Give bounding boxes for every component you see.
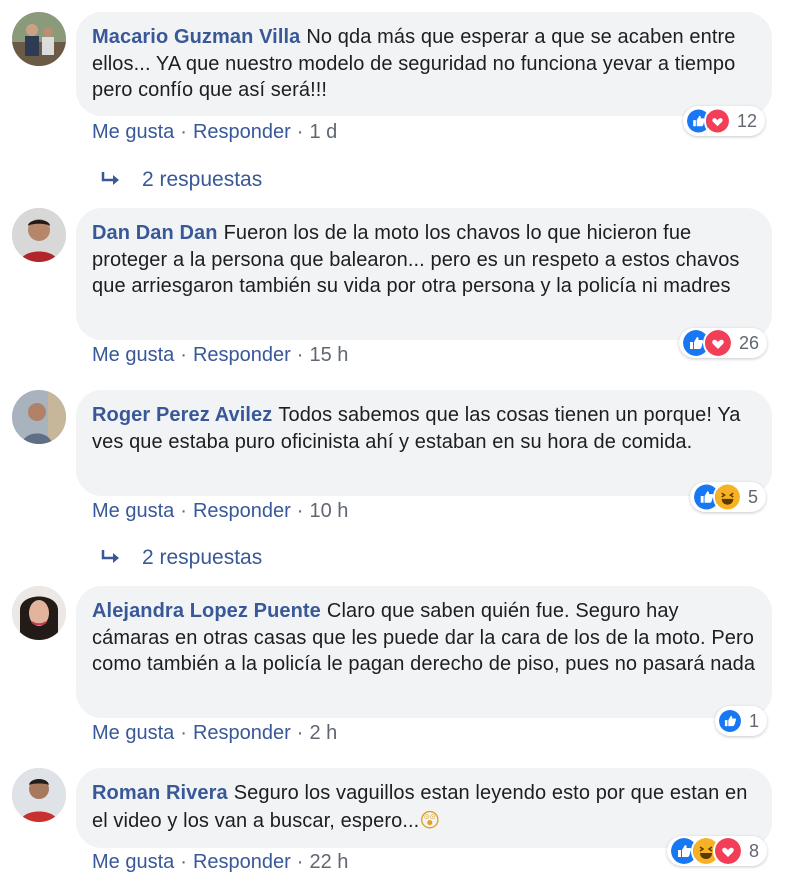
user-photo-icon [12, 208, 66, 262]
comment-bubble: Roman Rivera Seguro los vaguillos estan l… [76, 768, 772, 848]
timestamp[interactable]: 22 h [309, 851, 348, 873]
separator: · [296, 500, 304, 522]
comment-actions: Me gusta · Responder · 22 h [92, 851, 348, 874]
comment-author[interactable]: Roman Rivera [92, 782, 228, 804]
avatar[interactable] [12, 586, 66, 640]
avatar[interactable] [12, 12, 66, 66]
separator: · [180, 500, 187, 522]
like-link[interactable]: Me gusta [92, 121, 174, 143]
haha-icon [712, 482, 742, 512]
user-photo-icon [12, 390, 66, 444]
comment-author[interactable]: Alejandra Lopez Puente [92, 600, 321, 622]
timestamp[interactable]: 2 h [309, 722, 337, 744]
avatar[interactable] [12, 390, 66, 444]
separator: · [296, 851, 304, 873]
comment-author[interactable]: Macario Guzman Villa [92, 26, 300, 48]
timestamp[interactable]: 10 h [309, 500, 348, 522]
comment-actions: Me gusta · Responder · 10 h [92, 500, 348, 523]
shocked-emoji-icon: 😲 [419, 807, 441, 832]
reaction-count: 12 [736, 110, 757, 131]
user-photo-icon [12, 586, 66, 640]
separator: · [180, 851, 187, 873]
user-photo-icon [12, 768, 66, 822]
comment-bubble: Macario Guzman Villa No qda más que esper… [76, 12, 772, 116]
love-icon [703, 106, 731, 136]
comment-author[interactable]: Roger Perez Avilez [92, 404, 272, 426]
separator: · [296, 722, 304, 744]
timestamp[interactable]: 1 d [309, 121, 337, 143]
love-icon [713, 836, 743, 866]
like-link[interactable]: Me gusta [92, 722, 174, 744]
separator: · [296, 344, 304, 366]
avatar[interactable] [12, 768, 66, 822]
like-link[interactable]: Me gusta [92, 851, 174, 873]
separator: · [180, 121, 187, 143]
view-replies-link[interactable]: 2 respuestas [100, 546, 262, 570]
reply-link[interactable]: Responder [193, 851, 291, 873]
reaction-summary[interactable]: 1 [715, 706, 767, 736]
reaction-summary[interactable]: 26 [679, 328, 767, 358]
reply-arrow-icon [101, 550, 119, 563]
comment-actions: Me gusta · Responder · 1 d [92, 121, 337, 144]
reaction-count: 8 [749, 840, 760, 861]
comment-actions: Me gusta · Responder · 15 h [92, 344, 348, 367]
user-photo-icon [12, 12, 66, 66]
comment-bubble: Roger Perez Avilez Todos sabemos que las … [76, 390, 772, 496]
view-replies-link[interactable]: 2 respuestas [100, 168, 262, 192]
reply-link[interactable]: Responder [193, 500, 291, 522]
like-icon [717, 706, 743, 736]
replies-count-label: 2 respuestas [142, 546, 263, 569]
reply-link[interactable]: Responder [193, 344, 291, 366]
comment-author[interactable]: Dan Dan Dan [92, 222, 218, 244]
comment-bubble: Dan Dan Dan Fueron los de la moto los cha… [76, 208, 772, 340]
separator: · [180, 344, 187, 366]
reaction-count: 1 [748, 710, 759, 731]
reaction-summary[interactable]: 5 [690, 482, 766, 512]
reply-arrow-icon [101, 172, 119, 185]
reaction-summary[interactable]: 8 [667, 836, 767, 866]
reaction-summary[interactable]: 12 [683, 106, 765, 136]
separator: · [296, 121, 304, 143]
comment-actions: Me gusta · Responder · 2 h [92, 722, 337, 745]
avatar[interactable] [12, 208, 66, 262]
reaction-count: 5 [747, 486, 758, 507]
timestamp[interactable]: 15 h [309, 344, 348, 366]
like-link[interactable]: Me gusta [92, 344, 174, 366]
replies-count-label: 2 respuestas [142, 168, 263, 191]
reaction-count: 26 [738, 332, 759, 353]
like-link[interactable]: Me gusta [92, 500, 174, 522]
separator: · [180, 722, 187, 744]
reply-link[interactable]: Responder [193, 121, 291, 143]
love-icon [702, 328, 733, 358]
reply-link[interactable]: Responder [193, 722, 291, 744]
comment-bubble: Alejandra Lopez Puente Claro que saben qu… [76, 586, 772, 718]
